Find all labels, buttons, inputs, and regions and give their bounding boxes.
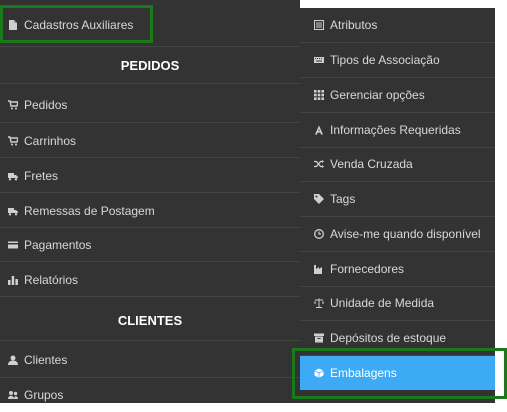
menu-item-carrinhos[interactable]: Carrinhos <box>0 124 300 158</box>
submenu-item-label: Fornecedores <box>330 262 405 276</box>
font-icon <box>314 125 324 135</box>
cadastros-auxiliares-submenu: Atributos Tipos de Associação Gerenciar … <box>300 8 495 403</box>
user-icon <box>8 355 18 365</box>
submenu-item-label: Depósitos de estoque <box>330 331 447 345</box>
cube-icon <box>314 368 324 378</box>
menu-item-clientes[interactable]: Clientes <box>0 343 300 377</box>
divider <box>0 261 300 262</box>
divider <box>0 122 300 123</box>
menu-item-label: Carrinhos <box>24 134 77 148</box>
balance-scale-icon <box>314 298 324 308</box>
submenu-item-label: Tags <box>330 192 356 206</box>
main-sidebar-menu: Cadastros Auxiliares PEDIDOS Pedidos Car… <box>0 0 300 403</box>
clock-icon <box>314 229 324 239</box>
divider <box>0 296 300 297</box>
divider <box>0 83 300 84</box>
menu-item-fretes[interactable]: Fretes <box>0 159 300 193</box>
submenu-item-informacoes-requeridas[interactable]: Informações Requeridas <box>300 113 495 147</box>
users-icon <box>8 390 18 400</box>
truck-icon <box>8 206 18 216</box>
cart-icon <box>8 100 18 110</box>
bar-chart-icon <box>8 275 18 285</box>
section-heading-pedidos: PEDIDOS <box>120 57 180 73</box>
submenu-item-label: Venda Cruzada <box>330 157 413 171</box>
submenu-item-label: Unidade de Medida <box>330 296 435 310</box>
menu-item-label: Pagamentos <box>24 238 92 252</box>
submenu-item-tipos-de-associacao[interactable]: Tipos de Associação <box>300 43 495 77</box>
section-heading-clientes: CLIENTES <box>117 312 183 328</box>
menu-item-label: Grupos <box>24 388 64 402</box>
archive-icon <box>314 333 324 343</box>
submenu-item-fornecedores[interactable]: Fornecedores <box>300 252 495 286</box>
menu-item-cadastros-auxiliares[interactable]: Cadastros Auxiliares <box>0 8 300 42</box>
shuffle-icon <box>314 159 324 169</box>
menu-item-relatorios[interactable]: Relatórios <box>0 263 300 297</box>
submenu-item-embalagens[interactable]: Embalagens <box>300 356 495 390</box>
divider <box>0 46 300 47</box>
menu-item-label: Clientes <box>24 353 68 367</box>
keyboard-icon <box>314 55 324 65</box>
menu-item-grupos[interactable]: Grupos <box>0 378 300 412</box>
menu-item-label: Cadastros Auxiliares <box>24 18 134 32</box>
menu-item-label: Pedidos <box>24 98 68 112</box>
menu-item-pedidos[interactable]: Pedidos <box>0 88 300 122</box>
submenu-item-label: Atributos <box>330 18 378 32</box>
menu-item-label: Relatórios <box>24 273 79 287</box>
menu-item-label: Remessas de Postagem <box>24 204 155 218</box>
submenu-item-depositos-de-estoque[interactable]: Depósitos de estoque <box>300 321 495 355</box>
submenu-item-label: Avise-me quando disponível <box>330 227 481 241</box>
list-icon <box>314 20 324 30</box>
menu-item-remessas-de-postagem[interactable]: Remessas de Postagem <box>0 194 300 228</box>
submenu-item-unidade-de-medida[interactable]: Unidade de Medida <box>300 286 495 320</box>
submenu-item-label: Embalagens <box>330 366 397 380</box>
divider <box>0 157 300 158</box>
grid-icon <box>314 90 324 100</box>
submenu-item-label: Tipos de Associação <box>330 53 440 67</box>
divider <box>0 340 300 341</box>
menu-item-label: Fretes <box>24 169 59 183</box>
submenu-item-venda-cruzada[interactable]: Venda Cruzada <box>300 147 495 181</box>
document-icon <box>8 20 18 30</box>
submenu-item-avise-me[interactable]: Avise-me quando disponível <box>300 217 495 251</box>
divider <box>0 192 300 193</box>
industry-icon <box>314 264 324 274</box>
cart-icon <box>8 136 18 146</box>
submenu-item-tags[interactable]: Tags <box>300 182 495 216</box>
menu-item-pagamentos[interactable]: Pagamentos <box>0 228 300 262</box>
submenu-item-atributos[interactable]: Atributos <box>300 8 495 42</box>
tag-icon <box>314 194 324 204</box>
submenu-item-label: Informações Requeridas <box>330 123 461 137</box>
credit-card-icon <box>8 240 18 250</box>
truck-icon <box>8 171 18 181</box>
submenu-item-gerenciar-opcoes[interactable]: Gerenciar opções <box>300 78 495 112</box>
submenu-item-label: Gerenciar opções <box>330 88 425 102</box>
